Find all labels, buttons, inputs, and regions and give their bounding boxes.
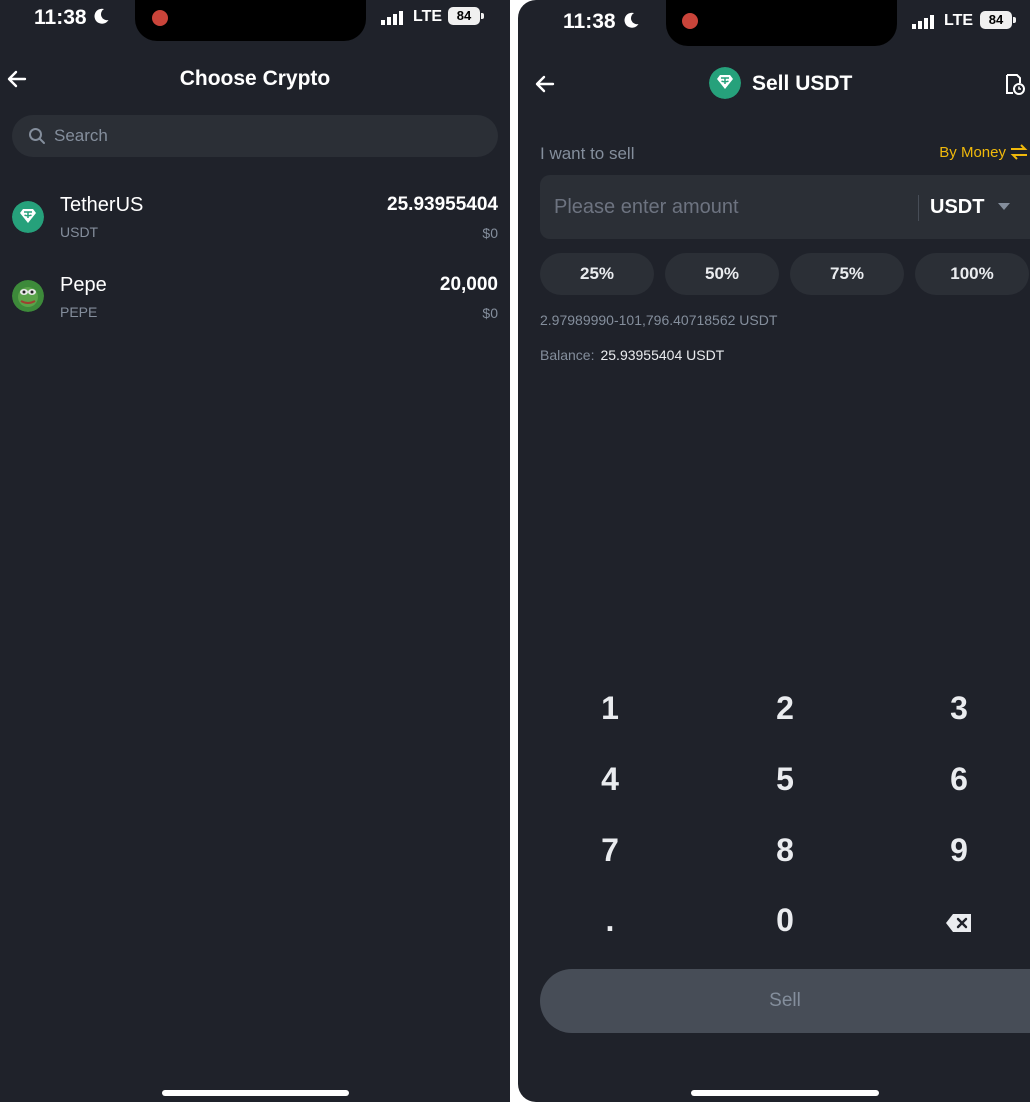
key-3[interactable]: 3 xyxy=(904,680,1014,736)
currency-selector[interactable]: USDT xyxy=(930,175,984,239)
recording-indicator xyxy=(682,13,698,29)
key-6[interactable]: 6 xyxy=(904,751,1014,807)
key-2[interactable]: 2 xyxy=(730,680,840,736)
status-time: 11:38 xyxy=(563,10,616,33)
divider xyxy=(918,195,919,221)
pepe-logo-icon xyxy=(12,280,44,312)
balance-value: 25.93955404 USDT xyxy=(600,347,725,363)
percent-50-button[interactable]: 50% xyxy=(665,253,779,295)
back-arrow-icon[interactable] xyxy=(533,72,557,96)
sell-button[interactable]: Sell xyxy=(540,969,1030,1033)
status-time: 11:38 xyxy=(34,6,87,29)
moon-icon xyxy=(624,12,639,28)
choose-crypto-screen: 11:38 LTE 84 Choose Crypto TetherUS US xyxy=(0,0,510,1102)
coin-symbol: PEPE xyxy=(60,304,98,320)
sell-label: I want to sell xyxy=(540,144,635,163)
signal-icon xyxy=(381,11,403,25)
battery-indicator: 84 xyxy=(448,7,484,25)
coin-symbol: USDT xyxy=(60,224,99,240)
amount-field[interactable]: USDT xyxy=(540,175,1030,239)
coin-fiat-value: $0 xyxy=(482,305,498,321)
coin-name: Pepe xyxy=(60,274,107,296)
key-4[interactable]: 4 xyxy=(555,751,665,807)
coin-balance: 25.93955404 xyxy=(387,194,498,215)
coin-row-pepe[interactable]: Pepe PEPE 20,000 $0 xyxy=(0,274,510,344)
coin-fiat-value: $0 xyxy=(482,225,498,241)
moon-icon xyxy=(94,8,109,24)
balance-line: Balance: 25.93955404 USDT xyxy=(540,347,724,363)
tether-logo-icon xyxy=(709,67,741,99)
by-money-label: By Money xyxy=(939,144,1006,161)
amount-range: 2.97989990-101,796.40718562 USDT xyxy=(540,312,778,328)
recording-indicator xyxy=(152,10,168,26)
caret-down-icon[interactable] xyxy=(998,203,1010,210)
key-5[interactable]: 5 xyxy=(730,751,840,807)
swap-icon xyxy=(1010,144,1028,160)
key-0[interactable]: 0 xyxy=(730,892,840,948)
battery-indicator: 84 xyxy=(980,11,1016,29)
page-title: Choose Crypto xyxy=(179,67,331,90)
key-backspace[interactable] xyxy=(904,892,1014,948)
backspace-icon xyxy=(946,913,971,932)
percent-25-button[interactable]: 25% xyxy=(540,253,654,295)
status-bar: 11:38 LTE 84 xyxy=(0,0,510,42)
order-history-icon[interactable] xyxy=(1002,72,1026,96)
key-8[interactable]: 8 xyxy=(730,822,840,878)
coin-name: TetherUS xyxy=(60,194,144,216)
dynamic-island xyxy=(666,0,897,46)
key-decimal[interactable]: . xyxy=(555,892,665,948)
key-9[interactable]: 9 xyxy=(904,822,1014,878)
amount-input[interactable] xyxy=(554,175,914,239)
dynamic-island xyxy=(135,0,366,41)
status-bar: 11:38 LTE 84 xyxy=(518,0,1030,46)
home-indicator[interactable] xyxy=(691,1090,879,1096)
coin-balance: 20,000 xyxy=(439,274,498,295)
page-title: Sell USDT xyxy=(752,72,853,95)
network-type: LTE xyxy=(413,8,443,25)
search-icon xyxy=(29,128,45,144)
by-money-toggle[interactable]: By Money xyxy=(939,144,1028,161)
signal-icon xyxy=(912,15,934,29)
key-1[interactable]: 1 xyxy=(555,680,665,736)
key-7[interactable]: 7 xyxy=(555,822,665,878)
percent-75-button[interactable]: 75% xyxy=(790,253,904,295)
search-input[interactable] xyxy=(54,115,474,157)
home-indicator[interactable] xyxy=(162,1090,349,1096)
network-type: LTE xyxy=(944,12,974,29)
search-bar[interactable] xyxy=(12,115,498,157)
percent-100-button[interactable]: 100% xyxy=(915,253,1029,295)
sell-screen: 11:38 LTE 84 Sell USDT I want to sell By… xyxy=(518,0,1030,1102)
balance-label: Balance: xyxy=(540,347,595,363)
tether-logo-icon xyxy=(12,201,44,233)
coin-row-tetherus[interactable]: TetherUS USDT 25.93955404 $0 xyxy=(0,194,510,264)
